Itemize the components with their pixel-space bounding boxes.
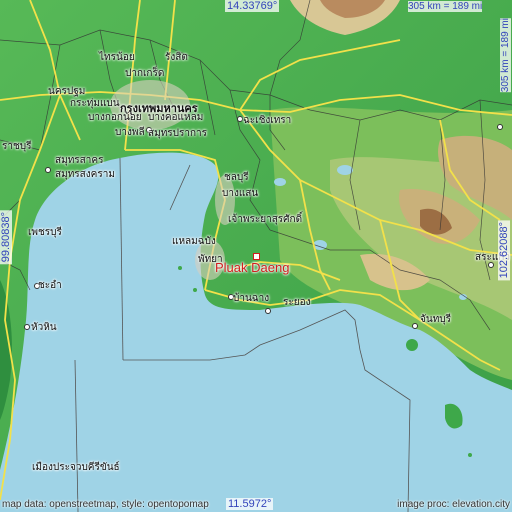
town-marker[interactable]	[24, 324, 30, 330]
place-label[interactable]: หัวหิน	[31, 320, 57, 335]
place-label[interactable]: บางแสน	[222, 186, 258, 201]
scale-bar-horizontal: 305 km = 189 mi	[408, 1, 483, 12]
place-label[interactable]: บ้านฉาง	[233, 291, 269, 306]
place-label[interactable]: รังสิต	[165, 50, 188, 65]
place-label[interactable]: เมืองประจวบคีรีขันธ์	[32, 460, 120, 475]
island	[406, 339, 418, 351]
coord-top: 14.33769°	[225, 0, 280, 12]
place-label[interactable]: แหลมฉบัง	[172, 234, 216, 249]
place-label[interactable]: ระยอง	[283, 295, 311, 310]
place-label[interactable]: กระทุ่มแบน	[70, 96, 120, 111]
island	[193, 288, 197, 292]
town-marker[interactable]	[412, 323, 418, 329]
scale-bar-vertical: 305 km = 189 mi	[500, 18, 511, 93]
place-label[interactable]: สมุทรสงคราม	[55, 167, 115, 182]
place-label[interactable]: จันทบุรี	[420, 312, 451, 327]
place-label[interactable]: ชะอำ	[38, 278, 62, 293]
town-marker[interactable]	[497, 124, 503, 130]
place-label[interactable]: ไทรน้อย	[99, 50, 135, 65]
place-label[interactable]: บางคอแหลม	[148, 110, 203, 125]
place-label[interactable]: ฉะเชิงเทรา	[243, 113, 291, 128]
place-label[interactable]: เพชรบุรี	[28, 225, 62, 240]
lake	[274, 178, 286, 186]
place-label[interactable]: ราชบุรี	[2, 139, 32, 154]
attribution-right: image proc: elevation.city	[397, 499, 510, 510]
town-marker[interactable]	[45, 167, 51, 173]
place-label[interactable]: สมุทรสาคร	[55, 153, 103, 168]
place-label[interactable]: สมุทรปราการ	[148, 126, 207, 141]
attribution-left: map data: openstreetmap, style: opentopo…	[2, 499, 209, 510]
lake	[337, 165, 353, 175]
island	[468, 453, 472, 457]
place-label[interactable]: บางกอกน้อย	[88, 110, 142, 125]
coord-right: 102.62088°	[498, 220, 510, 281]
place-label[interactable]: ชลบุรี	[224, 170, 249, 185]
highlight-place-label[interactable]: Pluak Daeng	[215, 260, 289, 275]
coord-bottom: 11.5972°	[226, 498, 274, 510]
location-marker-icon[interactable]	[253, 253, 260, 260]
coord-left: 99.80838°	[0, 210, 12, 265]
place-label[interactable]: บางพลี	[115, 125, 145, 140]
place-label[interactable]: เจ้าพระยาสุรศักดิ์	[228, 212, 302, 227]
island	[178, 266, 182, 270]
town-marker[interactable]	[265, 308, 271, 314]
map-viewport[interactable]: ไทรน้อย รังสิต ปากเกร็ด นครปฐม กระทุ่มแบ…	[0, 0, 512, 512]
place-label[interactable]: ปากเกร็ด	[125, 66, 164, 81]
